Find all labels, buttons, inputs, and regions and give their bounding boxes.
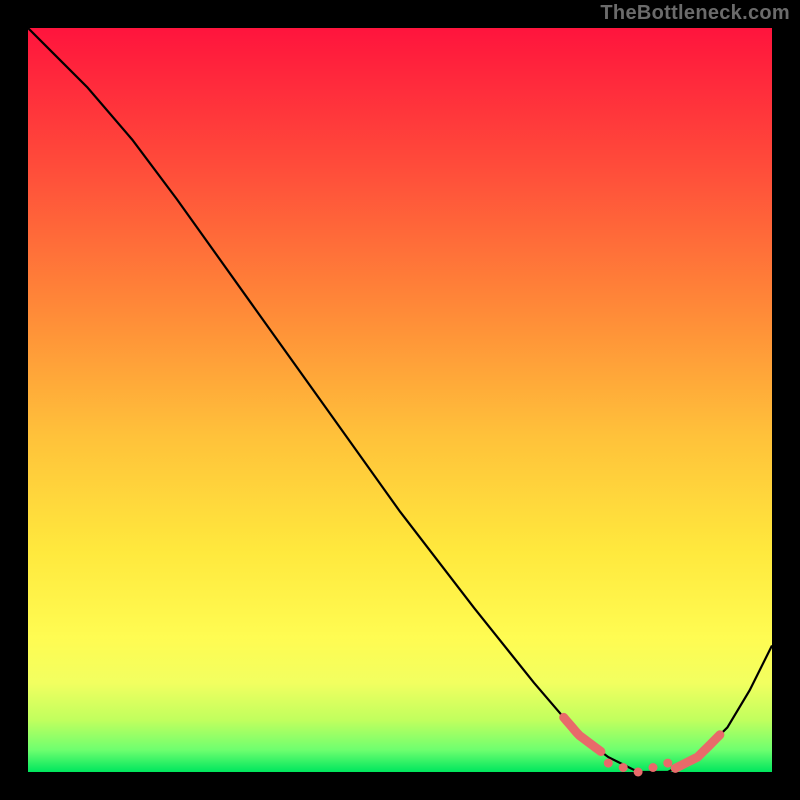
gradient-plot-background: [28, 28, 772, 772]
watermark-text: TheBottleneck.com: [600, 2, 790, 25]
chart-frame: TheBottleneck.com: [0, 0, 800, 800]
